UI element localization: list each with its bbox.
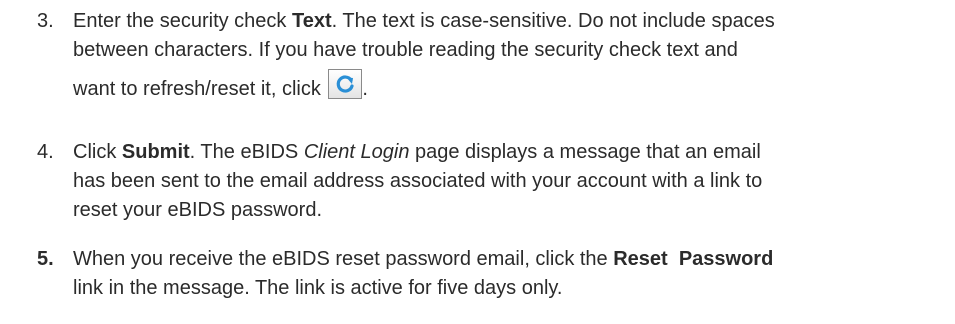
step-line: want to refresh/reset it, click . bbox=[73, 69, 937, 104]
step-line: Click Submit. The eBIDS Client Login pag… bbox=[73, 141, 761, 163]
step-number: 5. bbox=[37, 248, 54, 270]
step-text: When you receive the eBIDS reset passwor… bbox=[73, 245, 937, 303]
step-line: link in the message. The link is active … bbox=[73, 277, 563, 299]
step-number: 3. bbox=[37, 10, 54, 32]
step-text: Click Submit. The eBIDS Client Login pag… bbox=[73, 138, 937, 225]
step-line: between characters. If you have trouble … bbox=[73, 39, 738, 61]
instruction-steps: 3. Enter the security check Text. The te… bbox=[0, 0, 955, 324]
step-text: Enter the security check Text. The text … bbox=[73, 7, 937, 104]
refresh-button[interactable] bbox=[328, 69, 363, 99]
step-line: When you receive the eBIDS reset passwor… bbox=[73, 248, 774, 270]
refresh-icon bbox=[337, 75, 355, 93]
step-line: reset your eBIDS password. bbox=[73, 199, 322, 221]
step-number: 4. bbox=[37, 141, 54, 163]
step-line: Enter the security check Text. The text … bbox=[73, 10, 775, 32]
step-line: has been sent to the email address assoc… bbox=[73, 170, 763, 192]
